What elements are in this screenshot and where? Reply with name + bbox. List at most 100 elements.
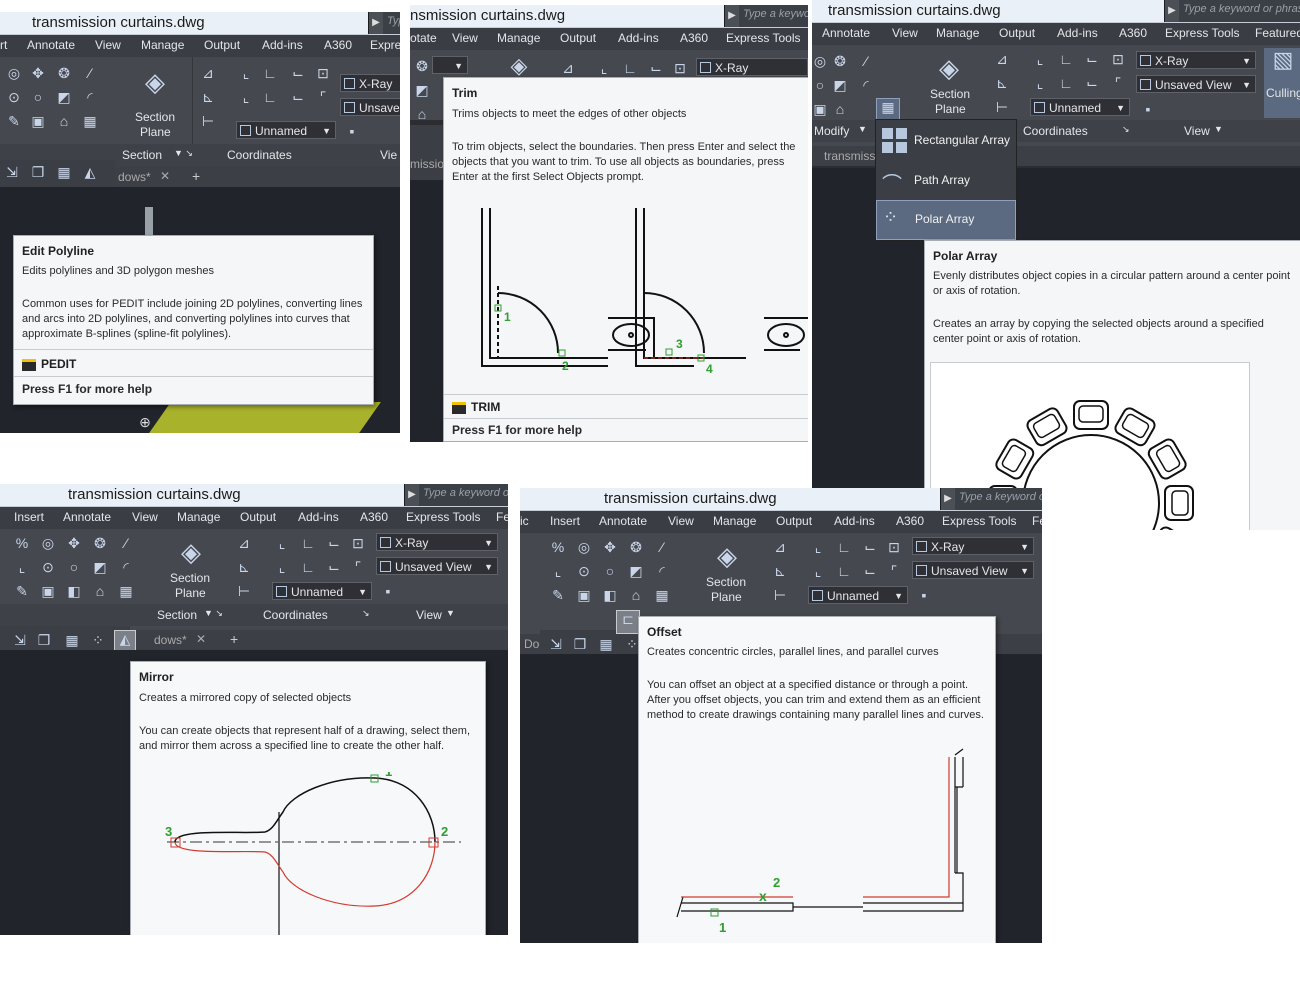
ucs-icon[interactable]: ⊿ <box>560 60 576 76</box>
ucs-view-icon[interactable]: ⊡ <box>672 60 688 76</box>
ucs-x-icon[interactable]: ∟ <box>300 535 316 551</box>
coordinates-panel-label[interactable]: Coordinates <box>263 608 328 622</box>
visual-style-dropdown[interactable]: X-Ray <box>340 74 400 92</box>
coordinates-expand-icon[interactable]: ↘ <box>362 608 370 619</box>
menu-item[interactable]: Add-ins <box>834 514 875 528</box>
copy-icon[interactable]: ❐ <box>572 636 588 652</box>
menu-item[interactable]: Annotate <box>63 510 111 524</box>
visual-style-dropdown[interactable]: X-Ray ▼ <box>912 537 1034 555</box>
box-icon[interactable]: ▣ <box>40 583 56 599</box>
section-expand-icon[interactable]: ▼ ↘ <box>204 608 223 619</box>
ucs-object-icon[interactable]: ⌜ <box>315 89 331 105</box>
move-icon[interactable]: ✥ <box>66 535 82 551</box>
line-type-dropdown[interactable]: ▼ <box>432 56 468 74</box>
ucs-view-icon[interactable]: ⊡ <box>350 535 366 551</box>
menu-item[interactable]: Fe <box>1032 514 1042 528</box>
menu-item[interactable]: Express Tools <box>1165 26 1239 40</box>
rotate-icon[interactable]: ❂ <box>628 539 644 555</box>
ucs-origin-icon[interactable]: ⊾ <box>994 75 1010 91</box>
ucs-dropdown[interactable]: Unnamed ▼ <box>272 582 372 600</box>
search-box[interactable]: ▶ Type a keyword or <box>940 488 1042 510</box>
coordinates-expand-icon[interactable]: ↘ <box>1122 124 1130 135</box>
array-button[interactable]: ▦ <box>876 98 900 120</box>
mirror-icon[interactable]: ◭ <box>114 630 136 652</box>
view-dropdown[interactable]: Unsaved View ▼ <box>912 561 1034 579</box>
copy-icon[interactable]: ❐ <box>30 164 46 180</box>
stretch-icon[interactable]: ⇲ <box>4 164 20 180</box>
visual-style-dropdown[interactable]: X-Ray <box>696 58 808 76</box>
ucs-3pt-icon[interactable]: ⌙ <box>1084 75 1100 91</box>
stretch-icon[interactable]: ⇲ <box>12 632 28 648</box>
line-icon[interactable]: ⁄ <box>654 539 670 555</box>
modify-expand-icon[interactable]: ▼ <box>858 124 867 134</box>
menu-item[interactable]: A360 <box>896 514 924 528</box>
menu-item[interactable]: A360 <box>680 31 708 45</box>
gizmo2-icon[interactable]: ⊙ <box>576 563 592 579</box>
menu-item[interactable]: Manage <box>141 38 184 52</box>
menu-item[interactable]: A360 <box>324 38 352 52</box>
search-box[interactable]: ▶ Type a keyword or <box>404 484 508 506</box>
ucs-icon[interactable]: ⊿ <box>236 535 252 551</box>
rotate-icon[interactable]: ❂ <box>832 53 848 69</box>
ucs-object-icon[interactable]: ⌜ <box>886 563 902 579</box>
menu-item[interactable]: Express Tools <box>726 31 800 45</box>
array-small-icon[interactable]: ⁘ <box>90 632 106 648</box>
region-icon[interactable]: ◩ <box>832 77 848 93</box>
menu-item[interactable]: Manage <box>497 31 540 45</box>
scale-icon[interactable]: % <box>550 539 566 555</box>
section-plane-icon[interactable]: ◈ <box>176 537 206 567</box>
gizmo-icon[interactable]: ◎ <box>6 65 22 81</box>
file-tab[interactable]: dows* <box>154 633 187 647</box>
pencil-icon[interactable]: ✎ <box>6 113 22 129</box>
viewport-icon[interactable]: ▪ <box>916 587 932 603</box>
search-arrow-icon[interactable]: ▶ <box>405 484 419 506</box>
circle-icon[interactable]: ○ <box>812 77 828 93</box>
menu-item[interactable]: Insert <box>550 514 580 528</box>
fillet-icon[interactable]: ◜ <box>118 559 134 575</box>
pencil-icon[interactable]: ✎ <box>550 587 566 603</box>
menu-item[interactable]: ic <box>520 514 529 528</box>
gizmo-icon[interactable]: ◎ <box>40 535 56 551</box>
ucs-origin-icon[interactable]: ⊾ <box>772 563 788 579</box>
menu-item[interactable]: Insert <box>14 510 44 524</box>
ucs-x-icon[interactable]: ∟ <box>262 65 278 81</box>
ucs-y-icon[interactable]: ⌙ <box>326 535 342 551</box>
ucs-named-icon[interactable]: ⊢ <box>772 587 788 603</box>
menu-item[interactable]: otate <box>410 31 437 45</box>
menu-item[interactable]: A360 <box>360 510 388 524</box>
ucs-object-icon[interactable]: ⌜ <box>350 559 366 575</box>
menu-item[interactable]: A360 <box>1119 26 1147 40</box>
ucs-named-icon[interactable]: ⊢ <box>994 99 1010 115</box>
ucs-3pt-icon[interactable]: ⌙ <box>290 89 306 105</box>
view-dropdown[interactable]: Unsaved View ▼ <box>1136 75 1256 93</box>
coordinates-panel-label[interactable]: Coordinates <box>1023 124 1088 138</box>
menu-item[interactable]: Output <box>776 514 812 528</box>
ucs-y-icon[interactable]: ⌙ <box>1084 51 1100 67</box>
close-tab-icon[interactable]: ✕ <box>160 169 170 183</box>
ucs-view-icon[interactable]: ⊡ <box>1110 51 1126 67</box>
menu-item[interactable]: View <box>452 31 478 45</box>
viewport-icon[interactable]: ▪ <box>344 123 360 139</box>
menu-item[interactable]: Output <box>240 510 276 524</box>
scale-icon[interactable]: ▦ <box>64 632 80 648</box>
move-icon[interactable]: ✥ <box>602 539 618 555</box>
ucs-view-icon[interactable]: ⊡ <box>315 65 331 81</box>
search-box[interactable]: ▶ Typ <box>368 12 400 34</box>
ucs-icon[interactable]: ⊿ <box>994 51 1010 67</box>
view-dropdown[interactable]: Unsaved View ▼ <box>376 557 498 575</box>
menu-item[interactable]: Annotate <box>599 514 647 528</box>
section-plane-icon[interactable]: ◈ <box>140 67 170 97</box>
scale-icon[interactable]: ▦ <box>56 164 72 180</box>
menu-item[interactable]: Fe <box>496 510 508 524</box>
new-tab-icon[interactable]: + <box>230 631 238 647</box>
array-icon[interactable]: ▦ <box>118 583 134 599</box>
scale-icon[interactable]: % <box>14 535 30 551</box>
fillet-icon[interactable]: ◜ <box>82 89 98 105</box>
region-icon[interactable]: ◩ <box>92 559 108 575</box>
coordinates-panel-label[interactable]: Coordinates <box>227 148 292 162</box>
ucs-y-icon[interactable]: ⌙ <box>290 65 306 81</box>
menu-item[interactable]: View <box>95 38 121 52</box>
ucs-y-icon[interactable]: ⌙ <box>648 60 664 76</box>
ucs-world-icon[interactable]: ⌞ <box>596 60 612 76</box>
fillet-icon[interactable]: ◜ <box>858 77 874 93</box>
